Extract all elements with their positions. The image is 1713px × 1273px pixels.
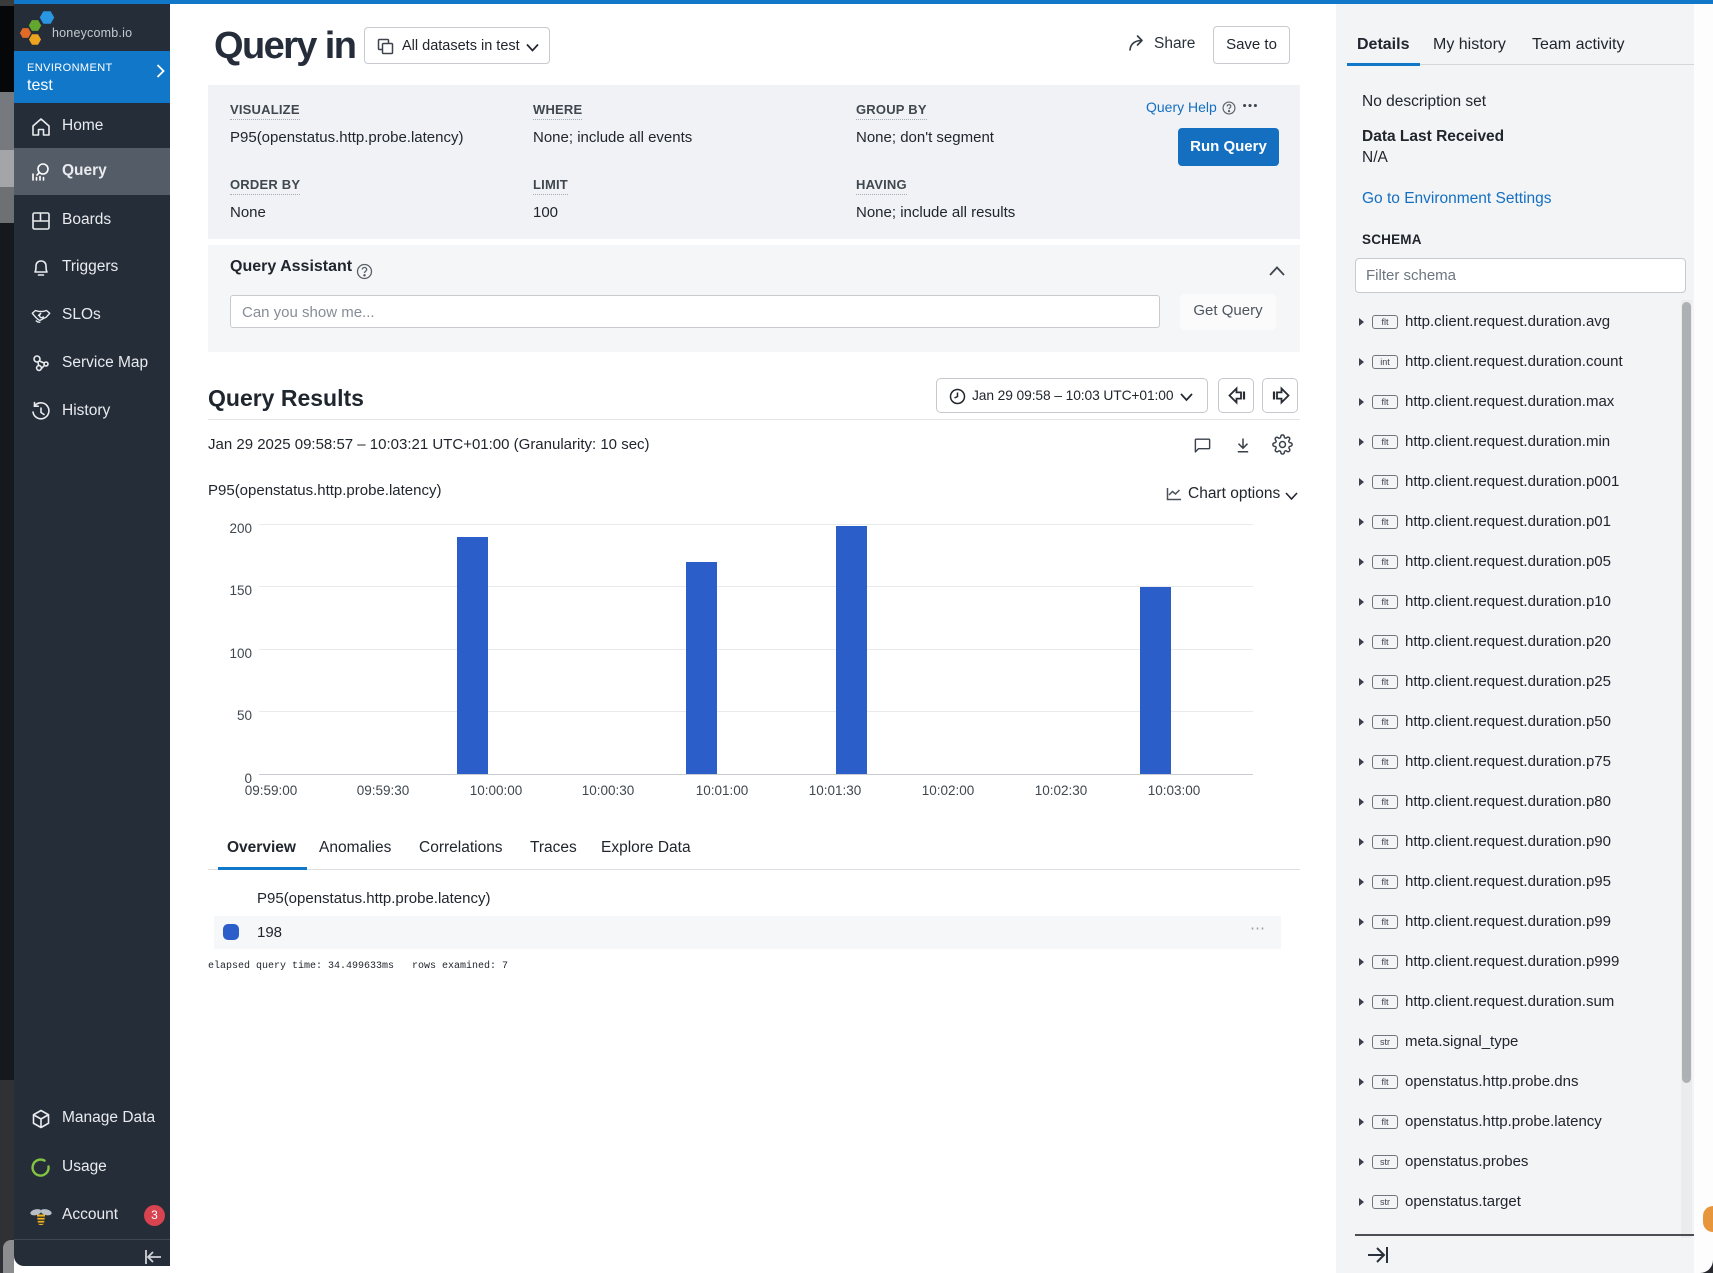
svg-text:10:00:00: 10:00:00 <box>470 783 523 798</box>
svg-text:200: 200 <box>229 521 252 536</box>
svg-text:100: 100 <box>229 646 252 661</box>
svg-text:10:02:00: 10:02:00 <box>922 783 975 798</box>
svg-text:10:01:00: 10:01:00 <box>696 783 749 798</box>
svg-text:10:03:00: 10:03:00 <box>1148 783 1201 798</box>
svg-text:10:01:30: 10:01:30 <box>809 783 862 798</box>
svg-text:10:00:30: 10:00:30 <box>582 783 635 798</box>
svg-text:10:02:30: 10:02:30 <box>1035 783 1088 798</box>
svg-text:50: 50 <box>237 708 252 723</box>
svg-text:09:59:00: 09:59:00 <box>245 783 298 798</box>
svg-text:09:59:30: 09:59:30 <box>357 783 410 798</box>
svg-text:150: 150 <box>229 583 252 598</box>
